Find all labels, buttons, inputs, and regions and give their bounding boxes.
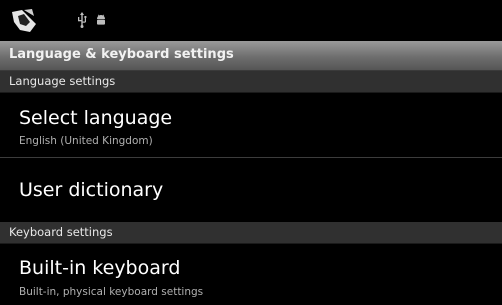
select-language-item[interactable]: Select language English (United Kingdom) <box>0 93 502 156</box>
app-icon <box>12 9 36 32</box>
select-language-title: Select language <box>19 107 173 129</box>
page-title: Language & keyboard settings <box>9 47 234 62</box>
built-in-keyboard-summary: Built-in, physical keyboard settings <box>19 286 204 298</box>
user-dictionary-item[interactable]: User dictionary <box>0 158 502 221</box>
built-in-keyboard-title: Built-in keyboard <box>19 257 181 279</box>
section-header-label: Language settings <box>9 74 116 88</box>
select-language-summary: English (United Kingdom) <box>19 135 153 147</box>
section-header-language: Language settings <box>0 71 502 93</box>
user-dictionary-title: User dictionary <box>19 179 164 201</box>
android-icon <box>97 14 105 25</box>
section-header-keyboard: Keyboard settings <box>0 222 502 244</box>
status-bar <box>0 0 502 41</box>
title-bar: Language & keyboard settings <box>0 41 502 71</box>
usb-icon <box>78 12 87 28</box>
section-header-label: Keyboard settings <box>9 225 113 239</box>
built-in-keyboard-item[interactable]: Built-in keyboard Built-in, physical key… <box>0 244 502 305</box>
